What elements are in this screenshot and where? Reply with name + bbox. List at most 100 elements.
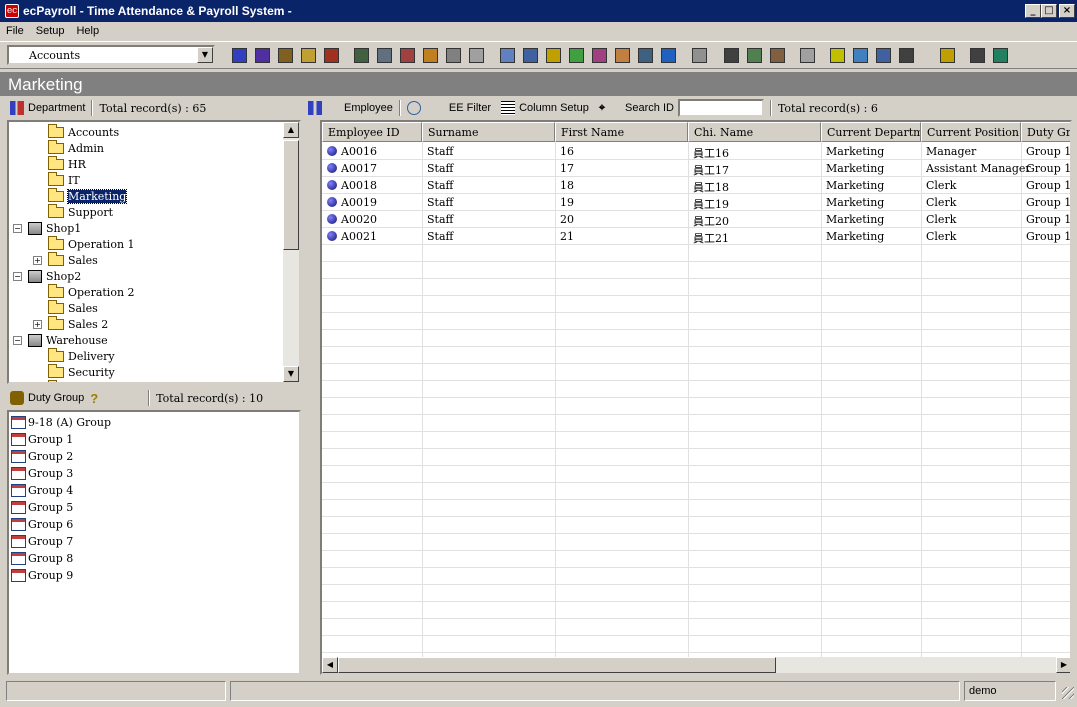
maximize-button[interactable]: □ [1041,4,1057,18]
settings-icon[interactable] [420,45,441,66]
table-cell[interactable]: Staff [422,228,555,245]
help-icon[interactable] [937,45,958,66]
ee-filter-button[interactable]: EE Filter [449,102,491,114]
timer-icon[interactable] [466,45,487,66]
table-cell[interactable]: Clerk [921,228,1021,245]
tree-item[interactable]: Marketing [33,187,128,204]
table-cell[interactable]: 員工20 [688,211,821,228]
scroll-thumb[interactable] [283,140,299,250]
tree-item[interactable]: Admin [33,139,104,156]
tree-item[interactable]: Operation 2 [33,283,135,300]
close-button[interactable]: × [1059,4,1075,18]
table-cell[interactable]: A0017 [322,160,422,177]
search-id-input[interactable] [677,99,764,117]
home-icon[interactable] [612,45,633,66]
table-cell[interactable]: Manager [921,143,1021,160]
table-cell[interactable]: Group 1 [1021,160,1070,177]
table-cell[interactable]: 20 [555,211,688,228]
column-header[interactable]: Employee ID [322,122,422,142]
expand-icon[interactable]: + [33,255,42,265]
table-cell[interactable]: 21 [555,228,688,245]
globe-pin-icon[interactable] [635,45,656,66]
magnifier-icon[interactable] [406,101,421,115]
import-icon[interactable] [744,45,765,66]
mail-icon[interactable] [520,45,541,66]
tree-scrollbar[interactable]: ▲ ▼ [283,122,299,382]
binoculars-icon[interactable]: ⌖ [599,102,605,115]
menu-file[interactable]: File [0,25,30,37]
table-cell[interactable]: 19 [555,194,688,211]
table-cell[interactable]: Clerk [921,211,1021,228]
scroll-left-icon[interactable]: ◀ [322,657,338,673]
tree-view-icon[interactable] [850,45,871,66]
table-cell[interactable]: A0018 [322,177,422,194]
duty-group-item[interactable]: Group 7 [11,533,73,550]
table-cell[interactable]: 16 [555,143,688,160]
money-icon[interactable] [543,45,564,66]
table-cell[interactable]: Group 1 [1021,211,1070,228]
table-cell[interactable]: Staff [422,211,555,228]
duty-group-item[interactable]: Group 9 [11,567,73,584]
table-cell[interactable]: Staff [422,194,555,211]
duty-group-item[interactable]: Group 5 [11,499,73,516]
table-cell[interactable]: Marketing [821,228,921,245]
table-cell[interactable]: Group 1 [1021,194,1070,211]
table-cell[interactable]: 17 [555,160,688,177]
tools-icon[interactable] [767,45,788,66]
column-header[interactable]: Current Position [921,122,1021,142]
menu-help[interactable]: Help [70,25,105,37]
table-cell[interactable]: Staff [422,143,555,160]
table-cell[interactable]: Clerk [921,194,1021,211]
tree-item[interactable]: W.H. Operation [33,379,154,382]
scroll-right-icon[interactable]: ▶ [1056,657,1070,673]
tree-item[interactable]: Accounts [33,123,119,140]
logoff-icon[interactable] [967,45,988,66]
duty-group-item[interactable]: Group 8 [11,550,73,567]
table-cell[interactable]: 員工16 [688,143,821,160]
department-combo[interactable]: Accounts ▼ [7,45,215,65]
tree-item[interactable]: − Shop2 [13,268,81,284]
tree-item[interactable]: HR [33,155,86,172]
print-icon[interactable] [689,45,710,66]
collapse-icon[interactable]: − [13,271,22,281]
duty-group-item[interactable]: Group 2 [11,448,73,465]
monitor-icon[interactable] [721,45,742,66]
duty-group-item[interactable]: Group 3 [11,465,73,482]
tree-item[interactable]: Sales [33,299,98,316]
globe-icon[interactable] [658,45,679,66]
column-header[interactable]: Duty Gro [1021,122,1070,142]
menu-setup[interactable]: Setup [30,25,71,37]
expand-icon[interactable]: + [33,319,42,329]
column-header[interactable]: First Name [555,122,688,142]
department-tree[interactable]: Accounts Admin HR IT Marketing Support − Shop1 O… [7,120,301,384]
document-icon[interactable] [797,45,818,66]
table-view-icon[interactable] [896,45,917,66]
column-header[interactable]: Chi. Name [688,122,821,142]
employee-grid[interactable]: Employee ID Surname First Name Chi. Name Cur… [320,120,1072,675]
table-cell[interactable]: Marketing [821,177,921,194]
tree-item[interactable]: − Warehouse [13,332,108,348]
table-cell[interactable]: 員工21 [688,228,821,245]
clock-list-icon[interactable] [397,45,418,66]
table-cell[interactable]: 員工19 [688,194,821,211]
chevron-down-icon[interactable]: ▼ [197,47,213,63]
table-cell[interactable]: Marketing [821,211,921,228]
table-cell[interactable]: 員工17 [688,160,821,177]
column-header[interactable]: Current Departm... [821,122,921,142]
scroll-down-icon[interactable]: ▼ [283,366,299,382]
table-cell[interactable]: Clerk [921,177,1021,194]
table-cell[interactable]: A0019 [322,194,422,211]
table-cell[interactable]: A0020 [322,211,422,228]
table-cell[interactable]: 員工18 [688,177,821,194]
table-cell[interactable]: Group 1 [1021,143,1070,160]
edit-icon[interactable] [589,45,610,66]
tree-item[interactable]: Support [33,203,113,220]
table-cell[interactable]: Group 1 [1021,177,1070,194]
collapse-icon[interactable]: − [13,335,22,345]
register-icon[interactable] [321,45,342,66]
tree-item[interactable]: Operation 1 [33,235,135,252]
minimize-button[interactable]: _ [1025,4,1041,18]
column-header[interactable]: Surname [422,122,555,142]
table-cell[interactable]: Assistant Manager [921,160,1031,177]
duty-group-item[interactable]: Group 1 [11,431,73,448]
